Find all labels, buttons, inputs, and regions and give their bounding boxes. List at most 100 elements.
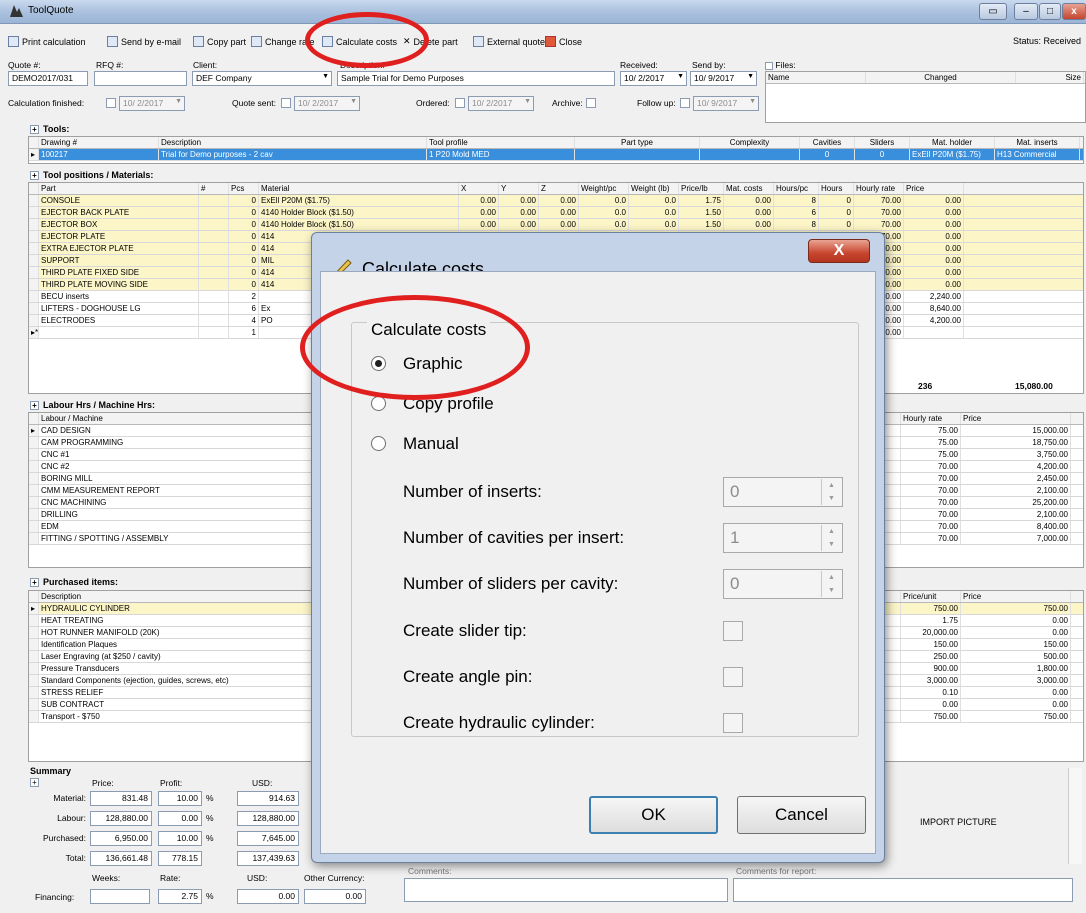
external-quote-button[interactable]: External quote <box>473 36 545 47</box>
files-list[interactable]: Name Changed Size <box>765 71 1086 123</box>
table-cell[interactable] <box>199 279 229 290</box>
table-cell[interactable]: 2,450.00 <box>961 473 1071 484</box>
summary-profit-field[interactable]: 10.00 <box>158 791 202 806</box>
followup-checkbox[interactable] <box>680 98 690 108</box>
table-cell[interactable]: 3,750.00 <box>961 449 1071 460</box>
table-cell[interactable]: 0.00 <box>901 699 961 710</box>
table-cell[interactable]: 0.00 <box>904 243 964 254</box>
summary-usd-field[interactable]: 128,880.00 <box>237 811 299 826</box>
table-cell[interactable]: 70.00 <box>901 521 961 532</box>
table-cell[interactable]: 70.00 <box>854 207 904 218</box>
dialog-close-button[interactable]: X <box>808 239 870 263</box>
table-cell[interactable]: 150.00 <box>901 639 961 650</box>
table-cell[interactable]: 0 <box>229 255 259 266</box>
summary-usd-field[interactable]: 137,439.63 <box>237 851 299 866</box>
table-cell[interactable]: 4140 Holder Block ($1.50) <box>259 219 459 230</box>
table-cell[interactable] <box>199 291 229 302</box>
table-cell[interactable]: 75.00 <box>901 437 961 448</box>
close-window-icon[interactable]: x <box>1062 3 1086 20</box>
summary-usd-field[interactable]: 914.63 <box>237 791 299 806</box>
table-cell[interactable] <box>904 327 964 338</box>
table-cell[interactable] <box>199 231 229 242</box>
purchased-section-header[interactable]: + Purchased items: <box>30 577 118 587</box>
table-cell[interactable]: 0.0 <box>579 195 629 206</box>
table-cell[interactable]: 70.00 <box>901 485 961 496</box>
financing-other-field[interactable]: 0.00 <box>304 889 366 904</box>
table-row[interactable]: CONSOLE 0 ExEll P20M ($1.75) 0.00 0.00 0.00 0.… <box>29 195 1083 207</box>
print-calculation-button[interactable]: Print calculation <box>8 36 86 47</box>
summary-price-field[interactable]: 128,880.00 <box>90 811 152 826</box>
table-cell[interactable]: 0.10 <box>901 687 961 698</box>
tools-section-header[interactable]: + Tools: <box>30 124 69 134</box>
table-cell[interactable]: 4,200.00 <box>961 461 1071 472</box>
table-cell[interactable]: 75.00 <box>901 425 961 436</box>
sendby-date[interactable]: 10/ 9/2017 <box>690 71 757 86</box>
table-cell[interactable]: 0 <box>229 243 259 254</box>
table-cell[interactable]: 0 <box>229 279 259 290</box>
table-cell[interactable]: 0.00 <box>724 207 774 218</box>
expand-icon[interactable]: + <box>30 170 39 180</box>
table-cell[interactable]: 0.0 <box>629 195 679 206</box>
table-cell[interactable]: 8 <box>774 195 819 206</box>
table-cell[interactable]: 3,000.00 <box>901 675 961 686</box>
stepper-arrows-icon[interactable]: ▲ ▼ <box>821 525 841 551</box>
table-cell[interactable]: 150.00 <box>961 639 1071 650</box>
financing-rate-field[interactable]: 2.75 <box>158 889 202 904</box>
table-cell[interactable]: 2,100.00 <box>961 485 1071 496</box>
table-cell[interactable]: SUPPORT <box>39 255 199 266</box>
table-cell[interactable] <box>199 219 229 230</box>
comments-field[interactable] <box>404 878 728 902</box>
table-cell[interactable]: 3,000.00 <box>961 675 1071 686</box>
inserts-stepper[interactable]: 0 ▲ ▼ <box>723 477 843 507</box>
table-cell[interactable]: EXTRA EJECTOR PLATE <box>39 243 199 254</box>
table-cell[interactable]: 0.0 <box>629 219 679 230</box>
table-cell[interactable]: LIFTERS - DOGHOUSE LG <box>39 303 199 314</box>
summary-profit-field[interactable]: 10.00 <box>158 831 202 846</box>
table-cell[interactable] <box>39 327 199 338</box>
rfq-field[interactable] <box>94 71 187 86</box>
ok-button[interactable]: OK <box>589 796 718 834</box>
table-cell[interactable]: 8,640.00 <box>904 303 964 314</box>
table-cell[interactable]: 500.00 <box>961 651 1071 662</box>
table-cell[interactable]: 70.00 <box>901 533 961 544</box>
table-cell[interactable]: 0.00 <box>961 627 1071 638</box>
table-cell[interactable]: 6 <box>229 303 259 314</box>
stepper-arrows-icon[interactable]: ▲ ▼ <box>821 479 841 505</box>
table-cell[interactable]: 0.00 <box>539 195 579 206</box>
table-cell[interactable]: 4,200.00 <box>904 315 964 326</box>
close-button[interactable]: Close <box>545 36 582 47</box>
table-cell[interactable]: 250.00 <box>901 651 961 662</box>
slider-tip-checkbox[interactable] <box>723 621 743 641</box>
calc-finished-checkbox[interactable] <box>106 98 116 108</box>
summary-scrollbar[interactable] <box>1068 768 1082 864</box>
table-cell[interactable]: 0.00 <box>961 699 1071 710</box>
table-cell[interactable]: 0 <box>229 207 259 218</box>
expand-icon[interactable]: + <box>30 124 39 134</box>
table-cell[interactable]: 4140 Holder Block ($1.50) <box>259 207 459 218</box>
hyd-cyl-checkbox[interactable] <box>723 713 743 733</box>
received-date[interactable]: 10/ 2/2017 <box>620 71 687 86</box>
expand-icon[interactable]: + <box>30 400 39 410</box>
angle-pin-checkbox[interactable] <box>723 667 743 687</box>
table-cell[interactable]: 0 <box>229 267 259 278</box>
table-cell[interactable]: 0 <box>819 219 854 230</box>
tools-grid[interactable]: Drawing # Description Tool profile Part … <box>28 136 1084 164</box>
comments-report-field[interactable] <box>733 878 1073 902</box>
table-cell[interactable]: 1,800.00 <box>961 663 1071 674</box>
table-cell[interactable]: 70.00 <box>854 195 904 206</box>
table-cell[interactable]: 0.00 <box>961 687 1071 698</box>
table-cell[interactable]: 20,000.00 <box>901 627 961 638</box>
description-field[interactable]: Sample Trial for Demo Purposes <box>337 71 615 86</box>
table-cell[interactable]: 0.00 <box>539 219 579 230</box>
table-cell[interactable]: 0.00 <box>499 219 539 230</box>
table-cell[interactable]: 0.0 <box>579 207 629 218</box>
part-type-cell[interactable] <box>575 149 700 160</box>
table-cell[interactable]: 1.75 <box>901 615 961 626</box>
ordered-date[interactable]: 10/ 2/2017 <box>468 96 534 111</box>
calc-finished-date[interactable]: 10/ 2/2017 <box>119 96 185 111</box>
quote-sent-date[interactable]: 10/ 2/2017 <box>294 96 360 111</box>
table-cell[interactable]: 4 <box>229 315 259 326</box>
quote-sent-checkbox[interactable] <box>281 98 291 108</box>
summary-profit-field[interactable]: 778.15 <box>158 851 202 866</box>
table-cell[interactable] <box>199 207 229 218</box>
